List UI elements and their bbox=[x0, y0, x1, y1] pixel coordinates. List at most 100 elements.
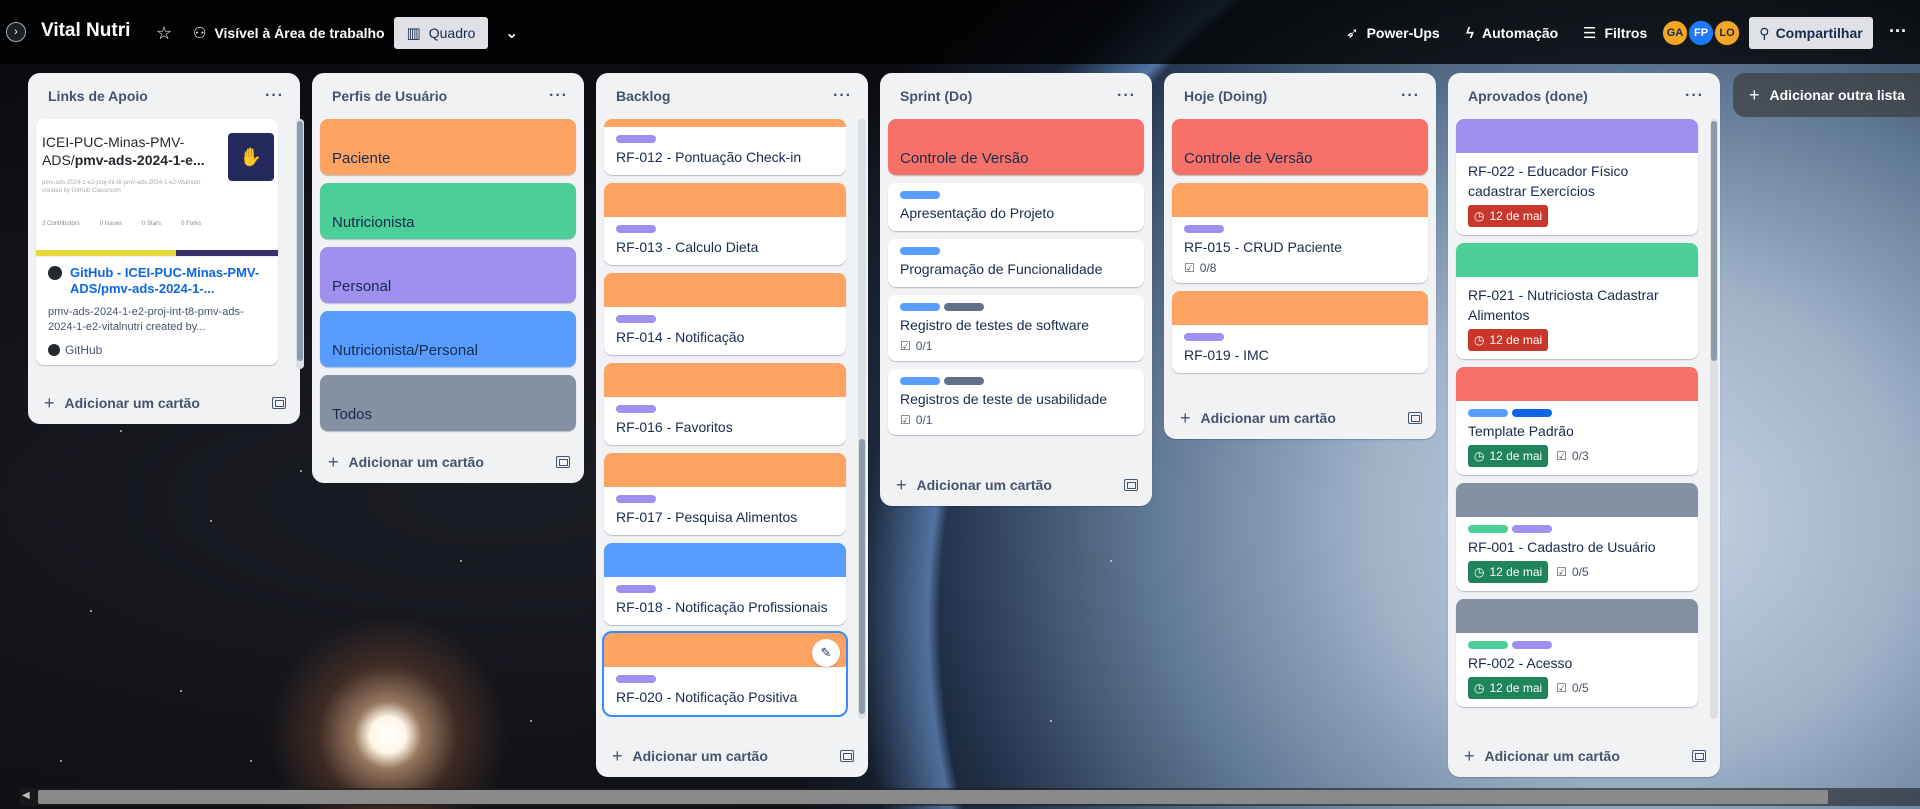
checklist-badge: ☑ 0/3 bbox=[1556, 449, 1589, 463]
list-title[interactable]: Links de Apoio bbox=[48, 88, 148, 104]
card[interactable]: Todos bbox=[320, 375, 576, 431]
card-title: RF-019 - IMC bbox=[1184, 347, 1269, 363]
card[interactable]: RF-022 - Educador Físico cadastrar Exerc… bbox=[1456, 119, 1698, 235]
card[interactable]: RF-021 - Nutriciosta Cadastrar Alimentos… bbox=[1456, 243, 1698, 359]
scrollbar-thumb[interactable] bbox=[38, 790, 1828, 804]
list-scrollbar[interactable] bbox=[1710, 119, 1718, 719]
checkbox-icon: ☑ bbox=[900, 339, 911, 353]
board-title[interactable]: Vital Nutri bbox=[41, 20, 130, 42]
link-title[interactable]: GitHub - ICEI-PUC-Minas-PMV-ADS/pmv-ads-… bbox=[48, 265, 266, 297]
list-title[interactable]: Backlog bbox=[616, 88, 670, 104]
add-card-button[interactable]: + Adicionar um cartão bbox=[612, 746, 768, 767]
card-title: Template Padrão bbox=[1468, 423, 1574, 439]
filters-button[interactable]: ☰ Filtros bbox=[1575, 17, 1655, 49]
card-title: RF-022 - Educador Físico cadastrar Exerc… bbox=[1468, 163, 1629, 199]
add-card-button[interactable]: + Adicionar um cartão bbox=[328, 452, 484, 473]
card[interactable]: RF-017 - Pesquisa Alimentos bbox=[604, 453, 846, 535]
card-template-icon[interactable] bbox=[556, 456, 570, 468]
list-title[interactable]: Perfis de Usuário bbox=[332, 88, 447, 104]
card[interactable]: RF-012 - Pontuação Check-in bbox=[604, 119, 846, 175]
board-view-label: Quadro bbox=[428, 25, 476, 41]
add-card-label: Adicionar um cartão bbox=[916, 477, 1052, 493]
card[interactable]: Apresentação do Projeto bbox=[888, 183, 1144, 231]
card[interactable]: RF-019 - IMC bbox=[1172, 291, 1428, 373]
list-title[interactable]: Sprint (Do) bbox=[900, 88, 972, 104]
card-template-icon[interactable] bbox=[1408, 412, 1422, 424]
add-card-button[interactable]: + Adicionar um cartão bbox=[44, 393, 200, 414]
checklist-badge: ☑ 0/1 bbox=[900, 413, 933, 427]
list-menu-icon[interactable]: ··· bbox=[1401, 87, 1420, 105]
powerups-button[interactable]: ➶ Power-Ups bbox=[1338, 17, 1448, 49]
scroll-left-arrow-icon[interactable]: ◀ bbox=[22, 790, 30, 801]
card-template-icon[interactable] bbox=[272, 397, 286, 409]
view-switcher-chevron-icon[interactable]: ⌄ bbox=[497, 17, 526, 49]
card[interactable]: Nutricionista bbox=[320, 183, 576, 239]
due-date-badge[interactable]: ◷ 12 de mai bbox=[1468, 445, 1549, 467]
list-scrollbar[interactable] bbox=[296, 119, 304, 369]
plus-icon: + bbox=[612, 745, 623, 766]
list-menu-icon[interactable]: ··· bbox=[265, 87, 284, 105]
star-board-icon[interactable]: ☆ bbox=[148, 17, 180, 49]
due-date-badge[interactable]: ◷ 12 de mai bbox=[1468, 561, 1549, 583]
due-date-badge[interactable]: ◷ 12 de mai bbox=[1468, 329, 1549, 351]
board-horizontal-scrollbar[interactable] bbox=[20, 788, 1920, 806]
plus-icon: + bbox=[1464, 745, 1475, 766]
plus-icon: + bbox=[1180, 407, 1191, 428]
edit-pencil-icon[interactable]: ✎ bbox=[812, 639, 840, 667]
share-label: Compartilhar bbox=[1775, 25, 1863, 41]
due-date-badge[interactable]: ◷ 12 de mai bbox=[1468, 205, 1549, 227]
add-card-button[interactable]: + Adicionar um cartão bbox=[1464, 746, 1620, 767]
card[interactable]: Template Padrão ◷ 12 de mai ☑ 0/3 bbox=[1456, 367, 1698, 475]
filters-label: Filtros bbox=[1604, 25, 1648, 41]
card[interactable]: RF-001 - Cadastro de Usuário ◷ 12 de mai ☑… bbox=[1456, 483, 1698, 591]
avatar[interactable]: LO bbox=[1714, 20, 1740, 46]
card[interactable]: Controle de Versão bbox=[888, 119, 1144, 175]
card[interactable]: Nutricionista/Personal bbox=[320, 311, 576, 367]
card[interactable]: RF-018 - Notificação Profissionais bbox=[604, 543, 846, 625]
due-date-badge[interactable]: ◷ 12 de mai bbox=[1468, 677, 1549, 699]
visibility-button[interactable]: ⚇ Visível à Área de trabalho bbox=[185, 17, 393, 49]
list-menu-icon[interactable]: ··· bbox=[833, 87, 852, 105]
avatar[interactable]: GA bbox=[1662, 20, 1688, 46]
list-scrollbar[interactable] bbox=[858, 119, 866, 719]
github-icon bbox=[48, 344, 60, 356]
avatar[interactable]: FP bbox=[1688, 20, 1714, 46]
card[interactable]: RF-002 - Acesso ◷ 12 de mai ☑ 0/5 bbox=[1456, 599, 1698, 707]
card[interactable]: RF-015 - CRUD Paciente ☑ 0/8 bbox=[1172, 183, 1428, 283]
add-card-button[interactable]: + Adicionar um cartão bbox=[896, 475, 1052, 496]
card-template-icon[interactable] bbox=[1124, 479, 1138, 491]
card[interactable]: Controle de Versão bbox=[1172, 119, 1428, 175]
card[interactable]: RF-020 - Notificação Positiva ✎ bbox=[602, 631, 848, 717]
card-title: Programação de Funcionalidade bbox=[900, 261, 1103, 277]
link-card[interactable]: ICEI-PUC-Minas-PMV-ADS/pmv-ads-2024-1-e.… bbox=[36, 119, 278, 365]
list-menu-icon[interactable]: ··· bbox=[549, 87, 568, 105]
checkbox-icon: ☑ bbox=[900, 413, 911, 427]
share-button[interactable]: ⚲ Compartilhar bbox=[1749, 17, 1873, 49]
card[interactable]: Personal bbox=[320, 247, 576, 303]
list-menu-icon[interactable]: ··· bbox=[1685, 87, 1704, 105]
card[interactable]: Paciente bbox=[320, 119, 576, 175]
card[interactable]: RF-014 - Notificação bbox=[604, 273, 846, 355]
card[interactable]: Registro de testes de software ☑ 0/1 bbox=[888, 295, 1144, 361]
list-title[interactable]: Aprovados (done) bbox=[1468, 88, 1588, 104]
list-menu-icon[interactable]: ··· bbox=[1117, 87, 1136, 105]
board-view-button[interactable]: ▥ Quadro bbox=[394, 17, 488, 49]
card-template-icon[interactable] bbox=[840, 750, 854, 762]
card-title: Nutricionista bbox=[332, 214, 415, 231]
automation-button[interactable]: ϟ Automação bbox=[1458, 17, 1566, 49]
card[interactable]: RF-016 - Favoritos bbox=[604, 363, 846, 445]
card[interactable]: Programação de Funcionalidade bbox=[888, 239, 1144, 287]
add-list-button[interactable]: + Adicionar outra lista bbox=[1733, 73, 1920, 117]
card-title: RF-014 - Notificação bbox=[616, 329, 745, 345]
list-title[interactable]: Hoje (Doing) bbox=[1184, 88, 1267, 104]
more-options-icon[interactable]: ··· bbox=[1884, 18, 1912, 48]
plus-icon: + bbox=[1749, 84, 1760, 105]
clock-icon: ◷ bbox=[1474, 681, 1485, 695]
card-template-icon[interactable] bbox=[1692, 750, 1706, 762]
card[interactable]: Registros de teste de usabilidade ☑ 0/1 bbox=[888, 369, 1144, 435]
sidebar-expand-icon[interactable]: › bbox=[6, 22, 26, 42]
card-title: Controle de Versão bbox=[900, 150, 1029, 167]
add-card-button[interactable]: + Adicionar um cartão bbox=[1180, 408, 1336, 429]
card[interactable]: RF-013 - Calculo Dieta bbox=[604, 183, 846, 265]
link-preview-title: ICEI-PUC-Minas-PMV-ADS/pmv-ads-2024-1-e.… bbox=[42, 134, 205, 168]
